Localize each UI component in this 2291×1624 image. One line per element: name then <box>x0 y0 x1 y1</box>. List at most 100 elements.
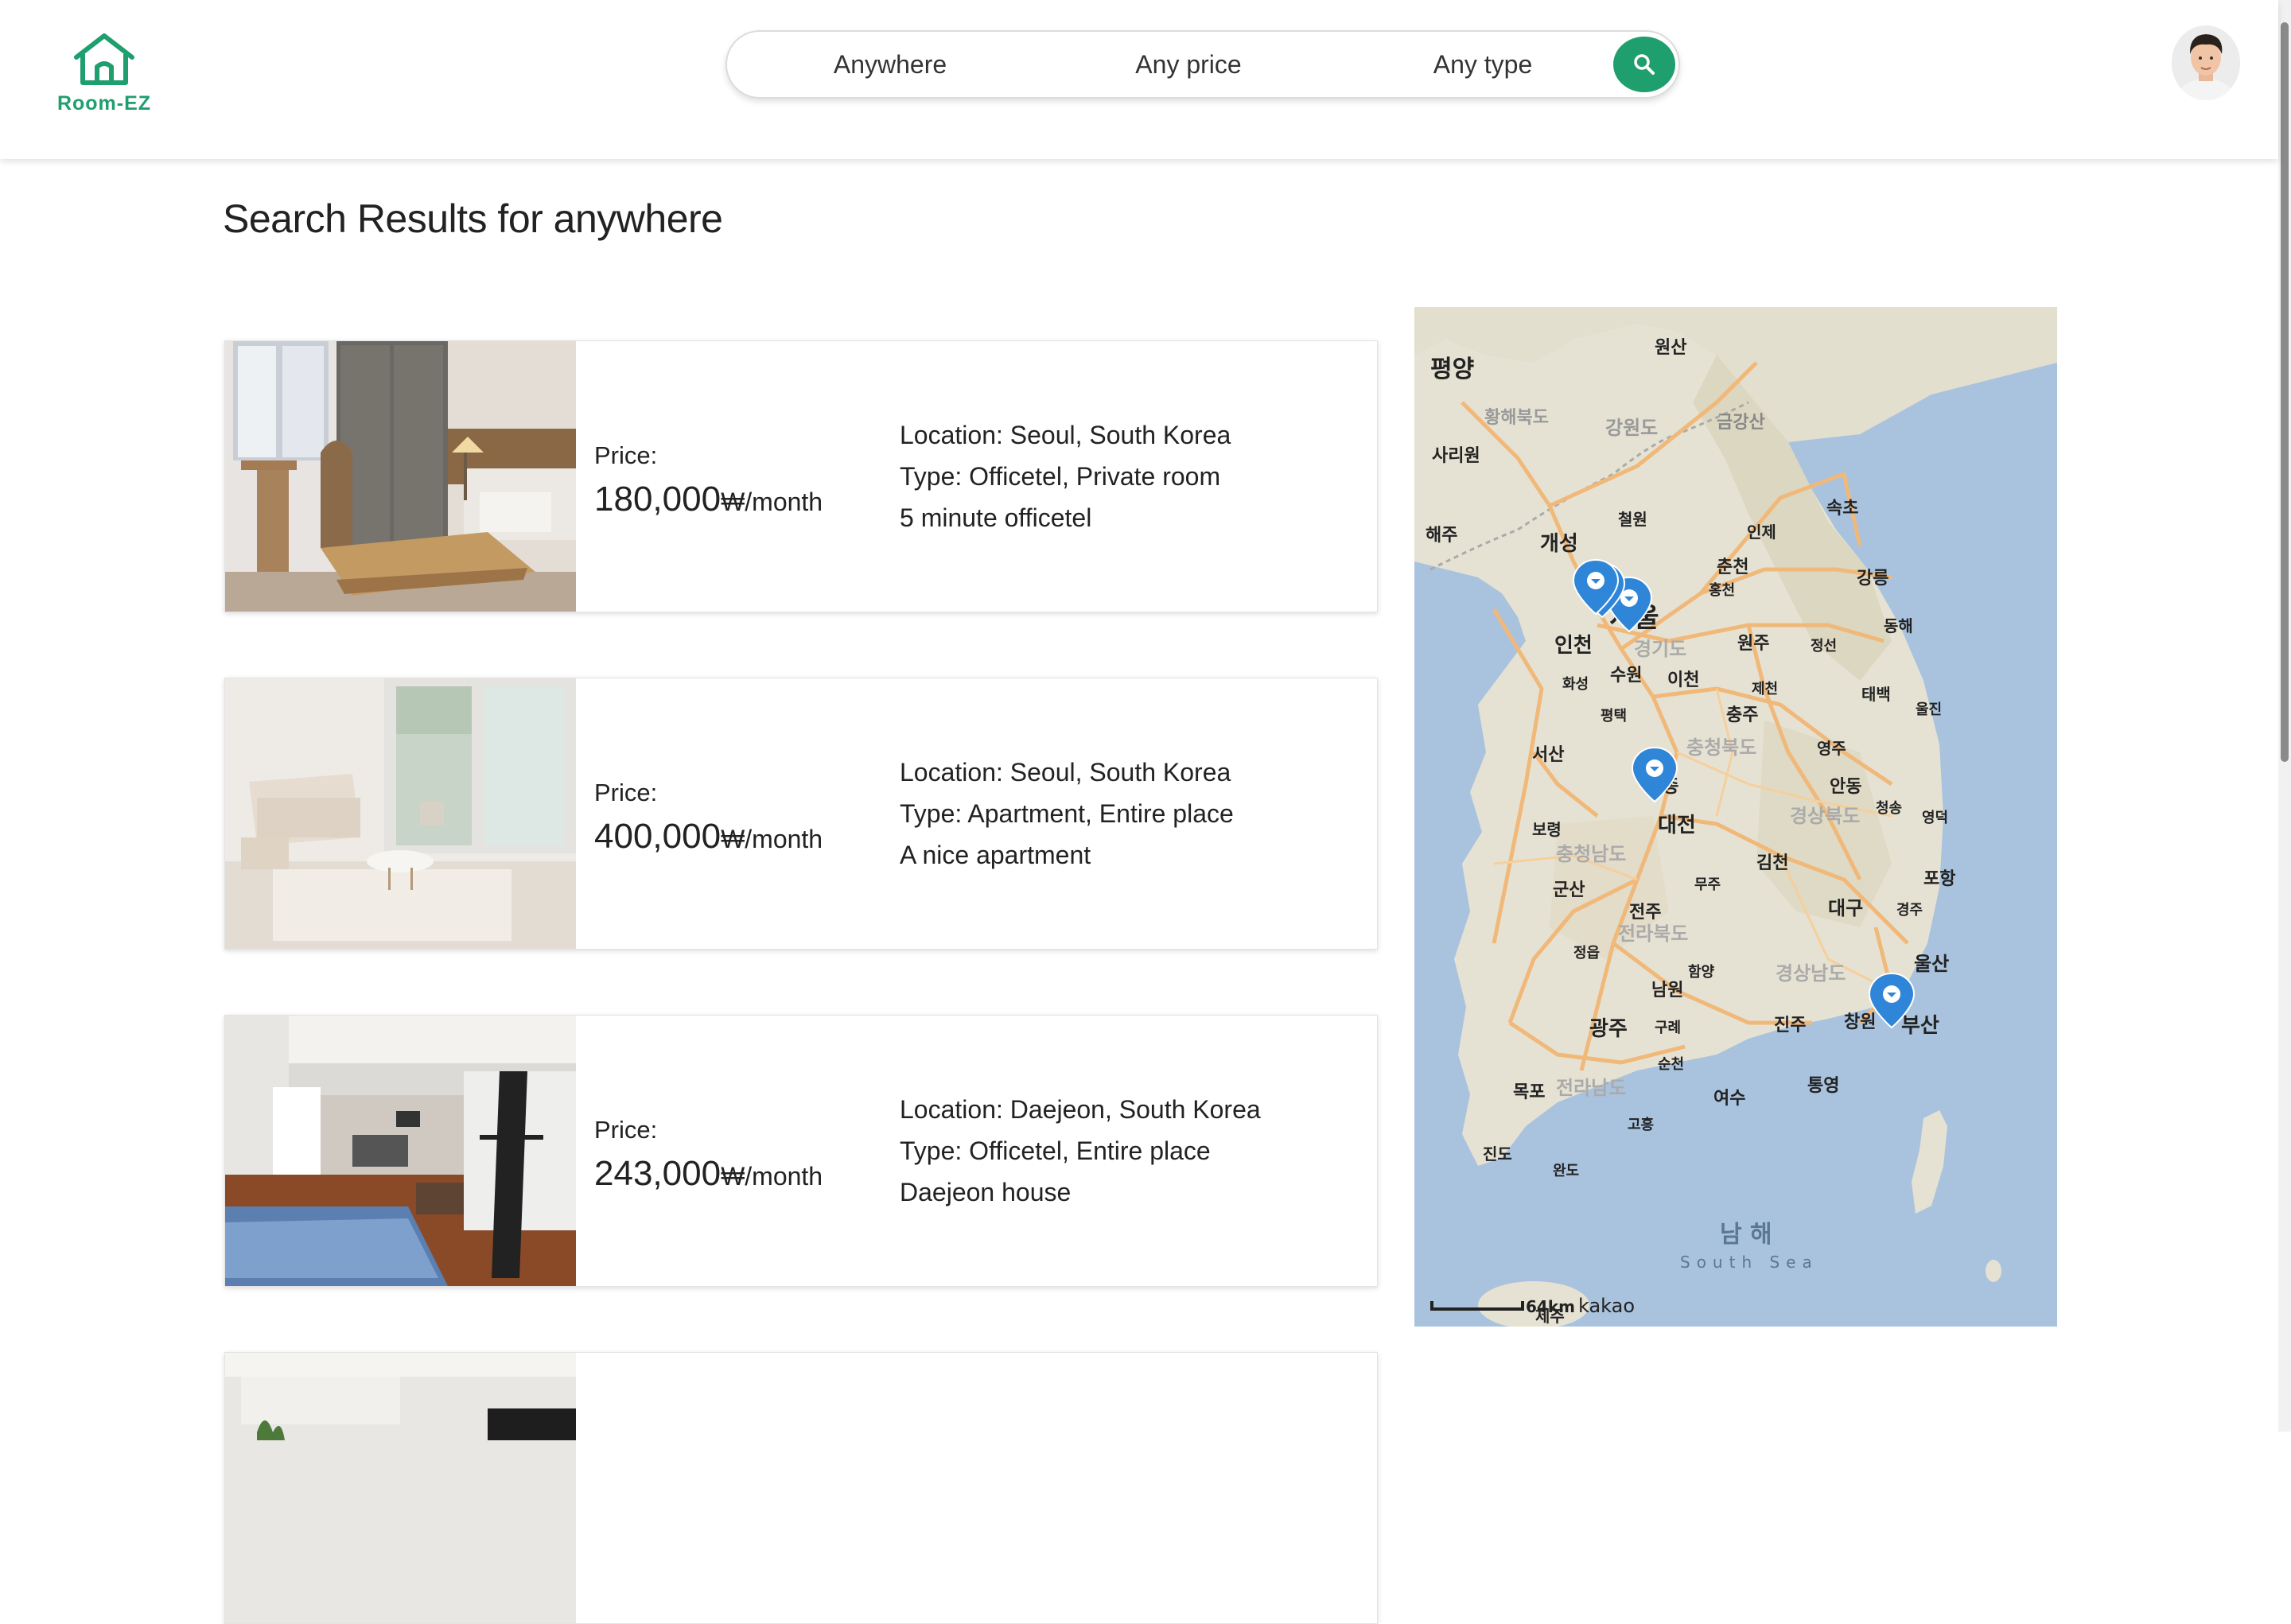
map-label-suncheon: 순천 <box>1658 1056 1684 1073</box>
listing-price: 180,000₩/month <box>594 480 823 519</box>
map-label-jeongseon: 정선 <box>1811 638 1837 655</box>
listing-type: Type: Officetel, Entire place <box>900 1136 1211 1165</box>
listing-details: Location: Seoul, South Korea Type: Offic… <box>900 414 1231 538</box>
map-view[interactable]: 평양 원산 황해북도 강원도 금강산 사리원 해주 개성 철원 인제 속초 춘천… <box>1414 307 2057 1327</box>
map-label-yeongdeok: 영덕 <box>1922 810 1948 826</box>
map-label-pyeongtaek: 평택 <box>1601 708 1627 725</box>
type-filter[interactable]: Any type <box>1383 32 1582 97</box>
listing-price: 243,000₩/month <box>594 1154 823 1194</box>
listing-type: Type: Officetel, Private room <box>900 462 1221 491</box>
map-label-sokcho: 속초 <box>1826 499 1858 519</box>
map-label-jeonju: 전주 <box>1629 903 1661 923</box>
logo[interactable]: Room-EZ <box>53 32 156 119</box>
map-label-gurye: 구례 <box>1655 1020 1681 1036</box>
price-amount: 400,000 <box>594 817 722 856</box>
studio-photo <box>225 1016 576 1286</box>
map-label-jeonnam: 전라남도 <box>1556 1077 1626 1099</box>
logo-text: Room-EZ <box>56 92 152 115</box>
listing-card[interactable]: Price: 400,000₩/month Location: Seoul, S… <box>224 678 1378 950</box>
map-label-pyongyang: 평양 <box>1430 355 1474 383</box>
page-title: Search Results for anywhere <box>223 196 723 241</box>
map-label-haeju: 해주 <box>1426 526 1457 546</box>
user-avatar[interactable] <box>2172 25 2240 100</box>
map-label-gyeongju: 경주 <box>1896 902 1923 919</box>
map-label-sariwon: 사리원 <box>1432 446 1480 466</box>
map-label-jecheon: 제천 <box>1752 681 1778 697</box>
listing-description: 5 minute officetel <box>900 503 1092 532</box>
map-label-gangneung: 강릉 <box>1857 569 1888 589</box>
map-label-yeongju: 영주 <box>1817 739 1846 758</box>
app-header: Room-EZ Anywhere Any price Any type <box>0 0 2278 159</box>
map-label-donghae: 동해 <box>1884 616 1913 635</box>
listing-description: A nice apartment <box>900 841 1091 869</box>
map-label-geumgang: 금강산 <box>1717 413 1765 433</box>
korea-map: 평양 원산 황해북도 강원도 금강산 사리원 해주 개성 철원 인제 속초 춘천… <box>1414 307 2057 1327</box>
map-label-busan: 부산 <box>1901 1014 1939 1038</box>
map-label-gunsan: 군산 <box>1553 880 1585 900</box>
map-label-andong: 안동 <box>1830 777 1861 797</box>
map-label-gwangju: 광주 <box>1589 1017 1628 1041</box>
scrollbar-thumb[interactable] <box>2281 22 2289 762</box>
listing-card[interactable]: Price: 243,000₩/month Location: Daejeon,… <box>224 1015 1378 1287</box>
price-unit: ₩/month <box>721 825 823 853</box>
page-scrollbar[interactable] <box>2278 0 2291 1432</box>
map-label-hongcheon: 홍천 <box>1709 581 1735 599</box>
listing-location: Location: Seoul, South Korea <box>900 421 1231 449</box>
listing-price: 400,000₩/month <box>594 817 823 857</box>
map-sea-label: South Sea <box>1680 1253 1818 1272</box>
listing-card[interactable] <box>224 1352 1378 1624</box>
map-label-inje: 인제 <box>1747 523 1776 542</box>
listing-details: Location: Seoul, South Korea Type: Apart… <box>900 752 1234 876</box>
room-photo <box>225 1353 576 1623</box>
price-label: Price: <box>594 441 658 469</box>
map-label-chuncheon: 춘천 <box>1717 558 1748 577</box>
price-unit: ₩/month <box>721 1162 823 1191</box>
map-label-tongyeong: 통영 <box>1807 1076 1839 1096</box>
map-label-cheorwon: 철원 <box>1618 510 1647 529</box>
user-photo <box>2172 25 2240 100</box>
listing-description: Daejeon house <box>900 1178 1072 1206</box>
listing-details: Location: Daejeon, South Korea Type: Off… <box>900 1089 1261 1213</box>
search-button[interactable] <box>1613 37 1675 92</box>
home-icon <box>74 33 134 85</box>
map-label-jeonbuk: 전라북도 <box>1618 923 1688 945</box>
listing-photo[interactable] <box>225 1353 576 1623</box>
map-label-hwanghae: 황해북도 <box>1484 408 1549 428</box>
map-label-changwon: 창원 <box>1844 1012 1876 1032</box>
map-label-daegu: 대구 <box>1828 897 1863 919</box>
map-label-namwon: 남원 <box>1651 981 1683 1000</box>
map-label-icheon: 이천 <box>1667 670 1699 690</box>
map-label-yeosu: 여수 <box>1713 1089 1745 1109</box>
search-bar: Anywhere Any price Any type <box>725 30 1680 99</box>
listing-card[interactable]: Price: 180,000₩/month Location: Seoul, S… <box>224 340 1378 612</box>
listing-photo[interactable] <box>225 678 576 949</box>
map-label-jindo: 진도 <box>1483 1144 1512 1164</box>
map-label-chungbuk: 충청북도 <box>1686 736 1756 759</box>
map-label-suwon: 수원 <box>1610 666 1642 686</box>
map-label-chungnam: 충청남도 <box>1556 843 1626 865</box>
listing-photo[interactable] <box>225 1016 576 1286</box>
map-label-namhae: 남 해 <box>1720 1221 1772 1249</box>
map-label-jinju: 진주 <box>1774 1016 1806 1035</box>
living-room-photo <box>225 678 576 949</box>
location-filter[interactable]: Anywhere <box>791 32 990 97</box>
price-filter[interactable]: Any price <box>1089 32 1288 97</box>
map-label-gyeonggi: 경기도 <box>1634 638 1686 660</box>
map-label-muju: 무주 <box>1694 876 1721 893</box>
map-label-gyeongnam: 경상남도 <box>1776 962 1846 985</box>
map-label-hamyang: 함양 <box>1688 963 1715 981</box>
listing-photo[interactable] <box>225 341 576 612</box>
price-label: Price: <box>594 779 658 806</box>
listing-location: Location: Seoul, South Korea <box>900 758 1231 787</box>
map-label-hwaseong: 화성 <box>1562 676 1589 693</box>
price-amount: 243,000 <box>594 1154 722 1193</box>
map-label-gyeongbuk: 경상북도 <box>1790 805 1860 827</box>
map-label-gangwon-n: 강원도 <box>1605 417 1658 439</box>
map-label-taebaek: 태백 <box>1861 685 1891 704</box>
map-label-uljin: 울진 <box>1916 701 1942 718</box>
map-scale-label: 64km <box>1526 1297 1575 1316</box>
map-label-gaeseong: 개성 <box>1540 532 1578 556</box>
map-label-gimcheon: 김천 <box>1756 853 1788 873</box>
map-label-goheung: 고흥 <box>1628 1116 1654 1133</box>
price-label: Price: <box>594 1116 658 1144</box>
